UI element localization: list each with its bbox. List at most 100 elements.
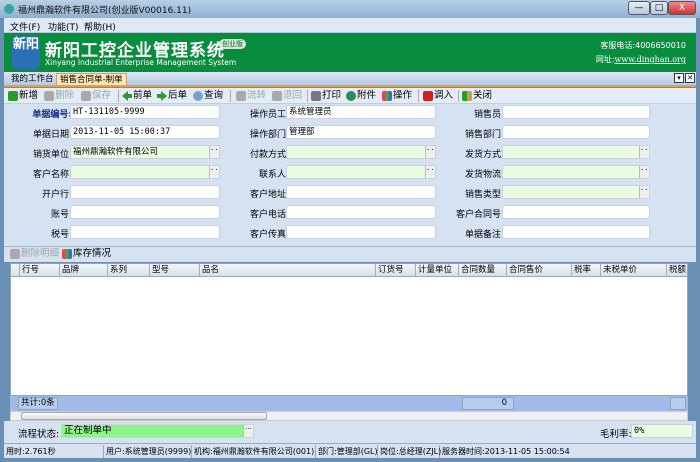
form-field[interactable] <box>70 185 220 199</box>
gross-margin-label: 毛利率: <box>600 429 632 440</box>
column-header[interactable]: 税额 <box>666 264 688 276</box>
field-label: 操作员工: <box>249 110 289 120</box>
column-header[interactable]: 品牌 <box>59 264 107 276</box>
form-field[interactable]: 福州鼎瀚软件有限公司··· <box>70 145 220 159</box>
grid-summary: 共计:0条 0 <box>10 396 688 411</box>
form-field[interactable]: ··· <box>70 165 220 179</box>
lookup-icon[interactable]: ··· <box>639 186 649 198</box>
save-button[interactable]: 保存 <box>81 89 111 103</box>
toolbar: 新增 删除 保存 前单 后单 查询 流转 退回 打印 附件 操作 调入 关闭 <box>4 88 696 104</box>
form-field[interactable]: 2013-11-05 15:00:37 <box>70 125 220 139</box>
form-field[interactable]: 系统管理员 <box>286 105 436 119</box>
form-field[interactable] <box>286 225 436 239</box>
close-button[interactable]: X <box>668 1 696 15</box>
print-icon <box>311 91 321 101</box>
form-field[interactable]: HT-131105-9999 <box>70 105 220 119</box>
status-user: 用户:系统管理员(9999) <box>106 445 192 458</box>
form-field[interactable] <box>502 225 650 239</box>
flow-status-label: 流程状态: <box>18 429 60 440</box>
column-header[interactable]: 品名 <box>199 264 375 276</box>
import-button[interactable]: 调入 <box>423 89 453 103</box>
form-field[interactable]: ··· <box>502 145 650 159</box>
column-header[interactable]: 计量单位 <box>415 264 458 276</box>
total-quantity: 0 <box>462 397 514 410</box>
field-label: 税号: <box>50 230 72 240</box>
field-label: 客户名称: <box>32 170 72 180</box>
form-field[interactable]: ··· <box>286 145 436 159</box>
logo: 新阳 <box>12 36 40 69</box>
field-label: 付款方式: <box>249 150 289 160</box>
plus-icon <box>8 91 18 101</box>
close-page-button[interactable]: 关闭 <box>462 89 492 103</box>
title-bar: 福州鼎瀚软件有限公司(创业版V00016.11) — □ X <box>0 0 700 18</box>
lookup-icon[interactable]: ··· <box>639 166 649 178</box>
column-header[interactable]: 未税单价 <box>600 264 666 276</box>
field-label: 客户合同号: <box>455 210 504 220</box>
form-field[interactable] <box>502 205 650 219</box>
scrollbar-thumb[interactable] <box>21 412 267 420</box>
status-server-time: 服务器时间:2013-11-05 15:00:54 <box>442 447 570 456</box>
column-header[interactable]: 型号 <box>149 264 199 276</box>
column-header[interactable]: 行号 <box>19 264 59 276</box>
lookup-icon[interactable]: ··· <box>243 425 253 437</box>
form-field[interactable] <box>502 105 650 119</box>
form-field[interactable] <box>70 225 220 239</box>
print-button[interactable]: 打印 <box>311 89 341 103</box>
maximize-button[interactable]: □ <box>650 1 668 15</box>
column-header[interactable]: 系列 <box>107 264 149 276</box>
new-button[interactable]: 新增 <box>8 89 38 103</box>
chart-icon <box>62 249 72 259</box>
operation-button[interactable]: 操作 <box>382 89 412 103</box>
delete-icon <box>44 91 54 101</box>
form-field[interactable]: 管理部 <box>286 125 436 139</box>
tab-sales-contract[interactable]: 销售合同单-制单 <box>56 73 127 86</box>
arrow-left-icon <box>122 91 132 101</box>
next-button[interactable]: 后单 <box>157 89 187 103</box>
flow-area: 流程状态: 正在制单中 ··· 毛利率: 0% <box>4 421 696 443</box>
delete-button[interactable]: 删除 <box>44 89 74 103</box>
stock-button[interactable]: 库存情况 <box>62 247 111 261</box>
form-field[interactable] <box>286 205 436 219</box>
column-header[interactable]: 订货号 <box>375 264 415 276</box>
form-field[interactable]: ··· <box>502 165 650 179</box>
delete-detail-button[interactable]: 删除明细 <box>10 247 59 261</box>
flow-button[interactable]: 流转 <box>236 89 266 103</box>
flow-status-field[interactable]: 正在制单中 ··· <box>61 424 254 438</box>
field-label: 销售部门: <box>464 130 504 140</box>
exit-icon <box>462 91 472 101</box>
arrow-right-icon <box>157 91 167 101</box>
search-icon <box>193 91 203 101</box>
form-field[interactable] <box>70 205 220 219</box>
form-field[interactable] <box>286 185 436 199</box>
app-banner: 新阳 新阳工控企业管理系统 创业版 Xinyang Industrial Ent… <box>4 33 696 72</box>
menu-file[interactable]: 文件(F) <box>10 20 40 33</box>
horizontal-scrollbar[interactable] <box>10 411 688 421</box>
total-count: 共计:0条 <box>18 397 58 410</box>
lookup-icon[interactable]: ··· <box>639 146 649 158</box>
detail-toolbar: 删除明细 库存情况 <box>4 246 696 262</box>
form-field[interactable] <box>502 125 650 139</box>
status-position: 岗位:总经理(ZJL) <box>380 445 442 458</box>
form-field[interactable]: ··· <box>502 185 650 199</box>
status-elapsed: 用时:2.761秒 <box>4 445 104 458</box>
column-header[interactable]: 合同数量 <box>458 264 506 276</box>
field-label: 操作部门: <box>249 130 289 140</box>
website-link[interactable]: www.dinghan.org <box>615 55 686 64</box>
detail-grid[interactable]: 行号 品牌 系列 型号 品名 订货号 计量单位 合同数量 合同售价 税率 未税单价 税额 <box>10 263 688 396</box>
previous-button[interactable]: 前单 <box>122 89 152 103</box>
return-button[interactable]: 退回 <box>272 89 302 103</box>
menu-help[interactable]: 帮助(H) <box>84 20 116 33</box>
query-button[interactable]: 查询 <box>193 89 223 103</box>
status-dept: 部门:管理部(GL) <box>318 445 378 458</box>
menu-function[interactable]: 功能(T) <box>48 20 79 33</box>
form-field[interactable]: ··· <box>286 165 436 179</box>
return-icon <box>272 91 282 101</box>
tab-dropdown-icon[interactable]: ▾ <box>674 73 684 83</box>
tab-workbench[interactable]: 我的工作台 <box>8 73 57 86</box>
app-icon <box>4 4 14 14</box>
attachment-button[interactable]: 附件 <box>346 89 376 103</box>
column-header[interactable]: 税率 <box>571 264 600 276</box>
tab-close-icon[interactable]: ✕ <box>685 73 695 83</box>
minimize-button[interactable]: — <box>628 1 650 15</box>
column-header[interactable]: 合同售价 <box>506 264 571 276</box>
